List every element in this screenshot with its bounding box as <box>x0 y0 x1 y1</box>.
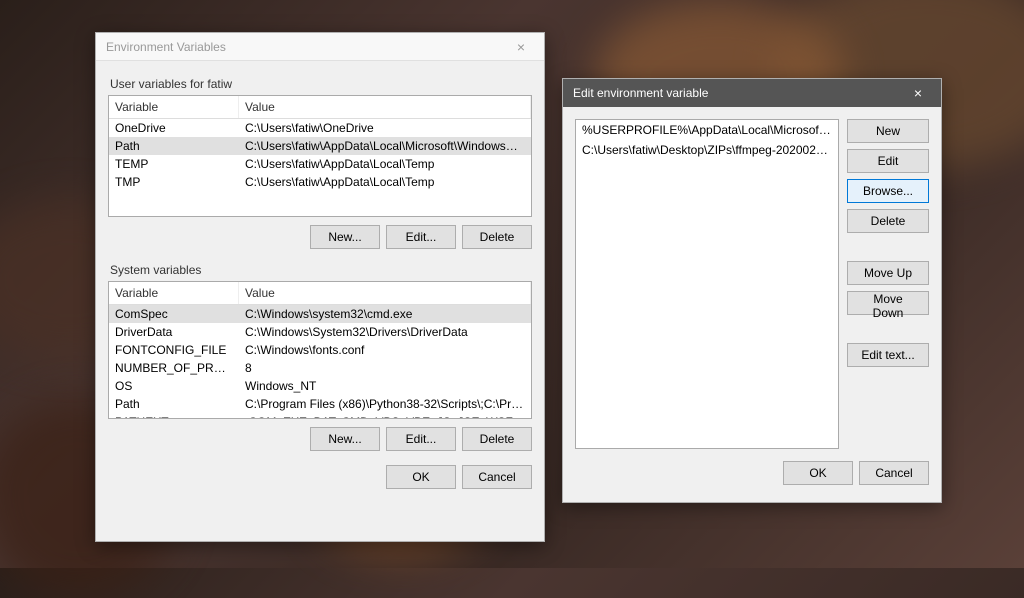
var-name-cell: Path <box>109 395 239 413</box>
var-value-cell: C:\Users\fatiw\AppData\Local\Temp <box>239 155 531 173</box>
edit-env-variable-dialog: Edit environment variable × %USERPROFILE… <box>562 78 942 503</box>
table-row[interactable]: DriverDataC:\Windows\System32\Drivers\Dr… <box>109 323 531 341</box>
edit-browse-button[interactable]: Browse... <box>847 179 929 203</box>
table-row[interactable]: PathC:\Program Files (x86)\Python38-32\S… <box>109 395 531 413</box>
close-icon[interactable]: × <box>903 83 933 103</box>
sys-new-button[interactable]: New... <box>310 427 380 451</box>
edit-new-button[interactable]: New <box>847 119 929 143</box>
var-value-cell: .COM;.EXE;.BAT;.CMD;.VBS;.VBE;.JS;.JSE;.… <box>239 413 531 419</box>
var-value-cell: C:\Program Files (x86)\Python38-32\Scrip… <box>239 395 531 413</box>
var-value-cell: C:\Windows\fonts.conf <box>239 341 531 359</box>
edit-moveup-button[interactable]: Move Up <box>847 261 929 285</box>
var-value-cell: C:\Windows\System32\Drivers\DriverData <box>239 323 531 341</box>
edit-text-button[interactable]: Edit text... <box>847 343 929 367</box>
edit-edit-button[interactable]: Edit <box>847 149 929 173</box>
var-name-cell: NUMBER_OF_PROCESSORS <box>109 359 239 377</box>
sys-delete-button[interactable]: Delete <box>462 427 532 451</box>
system-vars-listbox[interactable]: Variable Value ComSpecC:\Windows\system3… <box>108 281 532 419</box>
var-name-cell: Path <box>109 137 239 155</box>
edit-cancel-button[interactable]: Cancel <box>859 461 929 485</box>
env-ok-button[interactable]: OK <box>386 465 456 489</box>
table-row[interactable]: FONTCONFIG_FILEC:\Windows\fonts.conf <box>109 341 531 359</box>
table-row[interactable]: OneDriveC:\Users\fatiw\OneDrive <box>109 119 531 137</box>
edit-movedown-button[interactable]: Move Down <box>847 291 929 315</box>
var-name-cell: OS <box>109 377 239 395</box>
var-value-cell: C:\Users\fatiw\AppData\Local\Microsoft\W… <box>239 137 531 155</box>
path-listbox[interactable]: %USERPROFILE%\AppData\Local\Microsoft\Wi… <box>575 119 839 449</box>
col-value[interactable]: Value <box>239 282 531 304</box>
user-edit-button[interactable]: Edit... <box>386 225 456 249</box>
env-cancel-button[interactable]: Cancel <box>462 465 532 489</box>
var-value-cell: C:\Users\fatiw\OneDrive <box>239 119 531 137</box>
path-item[interactable]: %USERPROFILE%\AppData\Local\Microsoft\Wi… <box>576 120 838 140</box>
col-variable[interactable]: Variable <box>109 96 239 118</box>
environment-variables-dialog: Environment Variables × User variables f… <box>95 32 545 542</box>
table-row[interactable]: NUMBER_OF_PROCESSORS8 <box>109 359 531 377</box>
user-vars-listbox[interactable]: Variable Value OneDriveC:\Users\fatiw\On… <box>108 95 532 217</box>
var-name-cell: TEMP <box>109 155 239 173</box>
var-name-cell: OneDrive <box>109 119 239 137</box>
var-name-cell: ComSpec <box>109 305 239 323</box>
var-value-cell: C:\Users\fatiw\AppData\Local\Temp <box>239 173 531 191</box>
table-row[interactable]: OSWindows_NT <box>109 377 531 395</box>
var-value-cell: 8 <box>239 359 531 377</box>
env-title: Environment Variables <box>106 40 226 54</box>
var-name-cell: DriverData <box>109 323 239 341</box>
user-delete-button[interactable]: Delete <box>462 225 532 249</box>
env-titlebar[interactable]: Environment Variables × <box>96 33 544 61</box>
col-value[interactable]: Value <box>239 96 531 118</box>
user-new-button[interactable]: New... <box>310 225 380 249</box>
edit-ok-button[interactable]: OK <box>783 461 853 485</box>
user-vars-header: Variable Value <box>109 96 531 119</box>
var-value-cell: C:\Windows\system32\cmd.exe <box>239 305 531 323</box>
table-row[interactable]: TMPC:\Users\fatiw\AppData\Local\Temp <box>109 173 531 191</box>
system-vars-label: System variables <box>110 263 532 277</box>
var-name-cell: TMP <box>109 173 239 191</box>
path-item[interactable]: C:\Users\fatiw\Desktop\ZIPs\ffmpeg-20200… <box>576 140 838 160</box>
edit-delete-button[interactable]: Delete <box>847 209 929 233</box>
system-vars-header: Variable Value <box>109 282 531 305</box>
edit-title: Edit environment variable <box>573 86 708 100</box>
table-row[interactable]: TEMPC:\Users\fatiw\AppData\Local\Temp <box>109 155 531 173</box>
var-name-cell: FONTCONFIG_FILE <box>109 341 239 359</box>
var-value-cell: Windows_NT <box>239 377 531 395</box>
sys-edit-button[interactable]: Edit... <box>386 427 456 451</box>
col-variable[interactable]: Variable <box>109 282 239 304</box>
edit-titlebar[interactable]: Edit environment variable × <box>563 79 941 107</box>
user-vars-label: User variables for fatiw <box>110 77 532 91</box>
table-row[interactable]: PathC:\Users\fatiw\AppData\Local\Microso… <box>109 137 531 155</box>
table-row[interactable]: PATHEXT.COM;.EXE;.BAT;.CMD;.VBS;.VBE;.JS… <box>109 413 531 419</box>
table-row[interactable]: ComSpecC:\Windows\system32\cmd.exe <box>109 305 531 323</box>
close-icon[interactable]: × <box>506 37 536 57</box>
var-name-cell: PATHEXT <box>109 413 239 419</box>
